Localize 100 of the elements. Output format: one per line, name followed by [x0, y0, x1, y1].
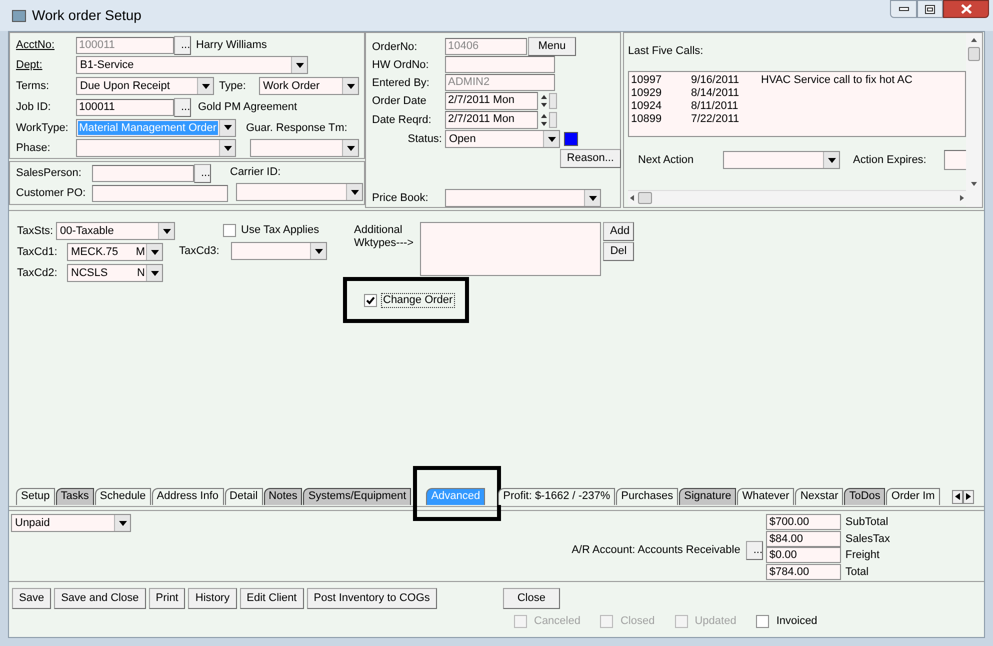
- field-label: Terms:: [16, 79, 50, 94]
- button[interactable]: Edit Client: [240, 588, 304, 608]
- minimize-button[interactable]: [890, 0, 917, 18]
- field-label: Type:: [219, 79, 247, 94]
- caret-icon[interactable]: [197, 78, 213, 94]
- caret-icon[interactable]: [342, 78, 358, 94]
- checkbox[interactable]: [364, 294, 377, 306]
- field-label: Use Tax Applies: [241, 223, 320, 238]
- field-label: Total: [845, 564, 869, 580]
- caret-icon[interactable]: [342, 140, 358, 156]
- tab[interactable]: Detail: [224, 488, 263, 505]
- checkbox[interactable]: [223, 224, 236, 236]
- maximize-button[interactable]: [917, 0, 943, 18]
- input-field[interactable]: [445, 56, 555, 73]
- button[interactable]: Del: [603, 242, 634, 261]
- tab[interactable]: Setup: [16, 488, 55, 505]
- dropdown[interactable]: Open: [445, 130, 560, 148]
- tab[interactable]: Profit: $-1662 / -237%: [498, 488, 616, 505]
- input-field[interactable]: 100011: [76, 98, 174, 116]
- dropdown[interactable]: Unpaid: [11, 514, 131, 532]
- account-label: A/R Account: Accounts Receivable: [572, 543, 740, 558]
- caret-icon[interactable]: [158, 223, 174, 239]
- field-label: Carrier ID:: [230, 165, 282, 180]
- tab[interactable]: Order Im: [886, 488, 940, 505]
- close-button[interactable]: [943, 0, 989, 18]
- caret-icon[interactable]: [346, 184, 362, 200]
- tab[interactable]: Whatever: [737, 488, 794, 505]
- field-label: TaxSts:: [17, 224, 54, 239]
- horizontal-scrollbar[interactable]: [628, 190, 966, 205]
- field-label: AcctNo:: [16, 38, 56, 53]
- field-label: OrderNo:: [372, 40, 418, 54]
- field-label: Order Date: [372, 94, 428, 109]
- tab[interactable]: Address Info: [152, 488, 224, 505]
- input-field[interactable]: 2/7/2011 Mon: [445, 111, 538, 129]
- dropdown[interactable]: Due Upon Receipt: [76, 77, 214, 96]
- tab[interactable]: Signature: [679, 488, 736, 505]
- dropdown[interactable]: 00-Taxable: [56, 222, 175, 240]
- button[interactable]: ...: [746, 541, 764, 560]
- field-label: TaxCd2:: [17, 266, 58, 281]
- caret-icon[interactable]: [219, 120, 235, 136]
- button[interactable]: History: [188, 588, 237, 608]
- list-cell-text: 10924: [631, 100, 663, 113]
- vertical-scrollbar[interactable]: [966, 33, 982, 207]
- scrollbar-thumb[interactable]: [638, 192, 652, 204]
- button[interactable]: Save: [12, 588, 52, 608]
- caret-icon[interactable]: [543, 131, 559, 147]
- caret-icon[interactable]: [146, 244, 162, 260]
- field-label: Action Expires:: [853, 153, 926, 168]
- dropdown[interactable]: MECK.75 M: [67, 243, 163, 261]
- field-label: Price Book:: [372, 191, 430, 206]
- dropdown[interactable]: NCSLS N: [67, 264, 163, 282]
- caret-icon[interactable]: [146, 265, 162, 281]
- input-field[interactable]: 2/7/2011 Mon: [445, 92, 538, 110]
- tab[interactable]: ToDos: [844, 488, 886, 505]
- calls-list[interactable]: 10997 9/16/2011 HVAC Service call to fix hot AC 10929 8/14/2011 10924 8/11/2011 10899 7/22/2011: [628, 71, 966, 137]
- caret-icon[interactable]: [114, 515, 130, 531]
- button[interactable]: Post Inventory to COGs: [306, 588, 437, 608]
- caret-icon[interactable]: [584, 190, 600, 206]
- field-label: Guar. Response Tm:: [246, 120, 348, 136]
- tab[interactable]: Nexstar: [795, 488, 844, 505]
- list-cell-text: 9/16/2011: [691, 74, 740, 87]
- button[interactable]: ...: [174, 98, 191, 117]
- minimize-icon: [898, 7, 908, 11]
- caret-icon[interactable]: [219, 140, 235, 156]
- checkbox-label[interactable]: Invoiced: [776, 612, 818, 630]
- up-arrow-icon: [970, 37, 978, 43]
- checkbox[interactable]: [756, 614, 770, 628]
- wktypes-list[interactable]: [420, 222, 601, 276]
- total-field: $700.00: [766, 514, 842, 530]
- list-cell-text: 8/14/2011: [691, 87, 740, 100]
- button[interactable]: Close: [502, 588, 560, 608]
- scrollbar-thumb[interactable]: [968, 47, 980, 61]
- input-field[interactable]: [944, 150, 966, 170]
- button[interactable]: Menu: [528, 37, 576, 56]
- checkbox-label[interactable]: Change Order: [381, 292, 455, 308]
- caret-icon[interactable]: [823, 152, 839, 168]
- scroll-left-button[interactable]: [952, 490, 963, 504]
- button[interactable]: Print: [148, 588, 186, 608]
- button[interactable]: Save and Close: [54, 588, 146, 608]
- button[interactable]: Add: [603, 222, 634, 241]
- tab[interactable]: Schedule: [94, 488, 151, 505]
- field-label: Date Reqrd:: [372, 113, 432, 128]
- caret-icon[interactable]: [291, 57, 307, 74]
- dropdown[interactable]: Work Order: [259, 77, 359, 96]
- button[interactable]: ...: [194, 164, 211, 182]
- scroll-right-button[interactable]: [963, 490, 974, 504]
- button[interactable]: Reason...: [560, 149, 621, 168]
- field-label: SalesPerson:: [16, 166, 82, 181]
- input-field[interactable]: [92, 164, 194, 182]
- tab[interactable]: Tasks: [56, 488, 94, 505]
- field-label: Last Five Calls:: [628, 44, 704, 59]
- tab[interactable]: Notes: [264, 488, 302, 505]
- field-label: Customer PO:: [16, 186, 87, 201]
- tab[interactable]: Systems/Equipment: [303, 488, 412, 505]
- dropdown[interactable]: B1-Service: [76, 56, 308, 74]
- caret-icon[interactable]: [310, 243, 326, 259]
- input-field[interactable]: [92, 184, 228, 202]
- tab[interactable]: Purchases: [616, 488, 678, 505]
- field-label: WorkType:: [16, 120, 70, 136]
- window-title: Work order Setup: [32, 6, 142, 25]
